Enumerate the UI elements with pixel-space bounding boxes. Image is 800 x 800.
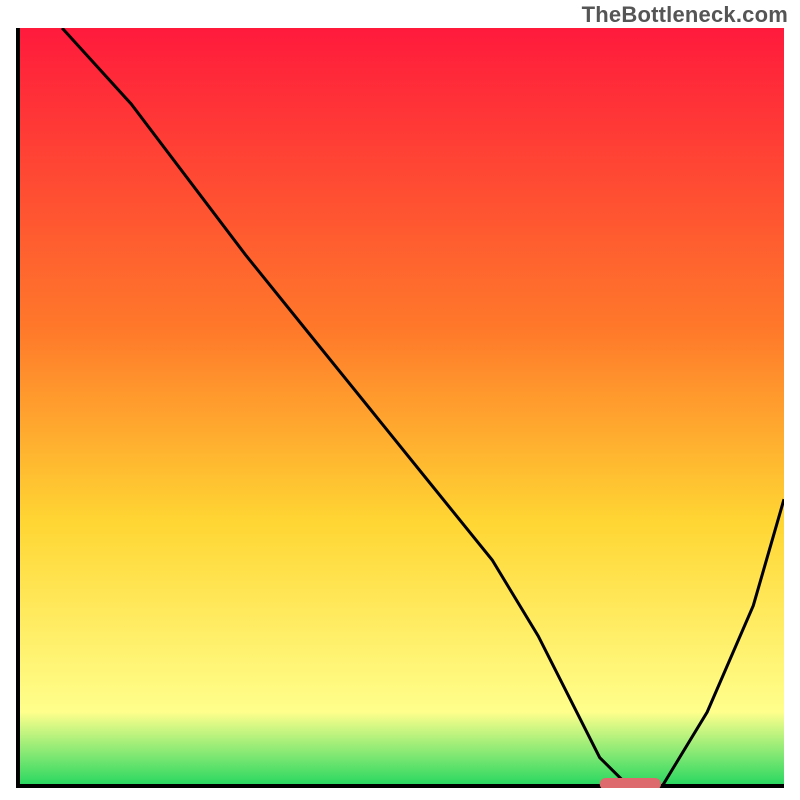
plot-area [16, 28, 784, 788]
watermark-text: TheBottleneck.com [582, 2, 788, 28]
bottleneck-chart [16, 28, 784, 788]
gradient-background [16, 28, 784, 788]
chart-container: TheBottleneck.com [0, 0, 800, 800]
optimal-marker [600, 778, 661, 788]
